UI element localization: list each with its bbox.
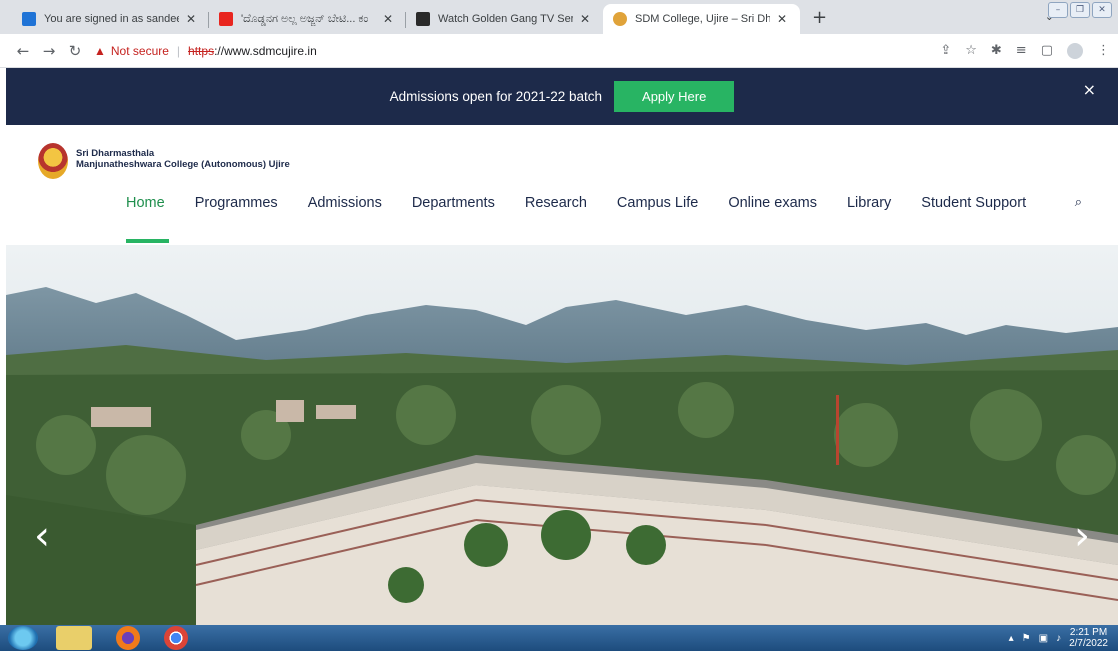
flag-icon[interactable]: ⚑ [1022,633,1031,644]
file-explorer-icon[interactable] [56,626,92,650]
windows-taskbar: ▴ ⚑ ▣ ♪ 2:21 PM 2/7/2022 [0,625,1118,651]
nav-admissions[interactable]: Admissions [308,195,382,211]
maximize-icon[interactable]: ❐ [1070,2,1090,18]
brand-line-1: Sri Dharmasthala [76,148,155,159]
firefox-icon[interactable] [116,626,140,650]
site-header: Sri Dharmasthala Manjunatheshwara Colleg… [6,125,1118,245]
extensions-icon[interactable]: ✱ [991,43,1002,59]
back-icon[interactable]: ← [10,42,36,60]
tab-title: Watch Golden Gang TV Serie [438,13,573,25]
star-icon[interactable]: ☆ [965,43,977,59]
more-menu-icon[interactable]: ⋮ [1097,43,1110,59]
close-icon[interactable]: ✕ [1092,2,1112,18]
browser-tab[interactable]: 'ದೊಡ್ಡನಗ ಅಲ್ಲ ಅಜ್ಜನ್ ಬೇಟಿ... ಕಂ ✕ [209,4,406,34]
url-scheme: https [188,43,215,58]
reload-icon[interactable]: ↻ [62,42,88,60]
brand-line-2: Manjunatheshwara College (Autonomous) Uj… [76,159,290,170]
close-tab-icon[interactable]: ✕ [380,12,396,26]
nav-library[interactable]: Library [847,195,891,211]
hero-slider: ‹ › [6,245,1118,626]
nav-programmes[interactable]: Programmes [195,195,278,211]
minimize-icon[interactable]: – [1048,2,1068,18]
main-nav: Home Programmes Admissions Departments R… [126,195,1056,211]
share-icon[interactable]: ⇪ [940,43,951,59]
tab-title: 'ದೊಡ್ಡನಗ ಅಲ್ಲ ಅಜ್ಜನ್ ಬೇಟಿ... ಕಂ [241,12,369,25]
clock-date: 2/7/2022 [1069,638,1108,649]
browser-tab-strip: You are signed in as sandeep.l ✕ 'ದೊಡ್ಡನ… [0,0,1118,34]
active-nav-indicator [126,239,169,243]
network-icon[interactable]: ▣ [1039,633,1048,644]
campus-aerial-image [6,245,1118,626]
close-tab-icon[interactable]: ✕ [774,12,790,26]
toolbar-actions: ⇪ ☆ ✱ ≡ ▢ ⋮ [940,43,1110,59]
clock[interactable]: 2:21 PM 2/7/2022 [1069,627,1108,649]
system-tray: ▴ ⚑ ▣ ♪ 2:21 PM 2/7/2022 [1009,627,1108,649]
admissions-banner: Admissions open for 2021-22 batch Apply … [6,68,1118,125]
tv-icon [416,12,430,26]
new-tab-button[interactable]: + [812,8,827,28]
start-button[interactable] [8,626,38,650]
nav-online-exams[interactable]: Online exams [728,195,817,211]
browser-tab-active[interactable]: SDM College, Ujire – Sri Dharma ✕ [603,4,800,34]
security-label: Not secure [110,43,169,58]
forward-icon[interactable]: → [36,42,62,60]
profile-avatar[interactable] [1067,43,1083,59]
youtube-icon [219,12,233,26]
close-tab-icon[interactable]: ✕ [183,12,199,26]
side-panel-icon[interactable]: ▢ [1041,43,1053,59]
tray-expand-icon[interactable]: ▴ [1009,633,1014,644]
prev-slide-arrow[interactable]: ‹ [34,513,50,559]
chrome-icon[interactable] [164,626,188,650]
nav-campus-life[interactable]: Campus Life [617,195,698,211]
volume-icon[interactable]: ♪ [1056,633,1061,644]
nav-student-support[interactable]: Student Support [921,195,1026,211]
browser-tab[interactable]: You are signed in as sandeep.l ✕ [12,4,209,34]
s-icon [22,12,36,26]
divider: | [176,43,181,58]
warning-icon: ▲ [94,43,106,58]
tab-title: You are signed in as sandeep.l [44,13,179,25]
nav-departments[interactable]: Departments [412,195,495,211]
clock-time: 2:21 PM [1069,627,1108,638]
nav-home[interactable]: Home [126,195,165,211]
address-bar[interactable]: ▲ Not secure | https ://www.sdmcujire.in [94,44,317,58]
college-icon [613,12,627,26]
banner-text: Admissions open for 2021-22 batch [389,89,603,104]
url-host: ://www.sdmcujire.in [214,43,317,58]
search-icon[interactable]: ⌕ [1075,195,1082,210]
close-banner-icon[interactable]: × [1083,80,1096,99]
browser-toolbar: ← → ↻ ▲ Not secure | https ://www.sdmcuj… [0,34,1118,68]
next-slide-arrow[interactable]: › [1074,513,1090,559]
browser-tab[interactable]: Watch Golden Gang TV Serie ✕ [406,4,603,34]
brand-name[interactable]: Sri Dharmasthala Manjunatheshwara Colleg… [76,148,290,170]
nav-research[interactable]: Research [525,195,587,211]
window-controls: – ❐ ✕ [1048,2,1112,18]
college-logo[interactable] [38,143,68,179]
close-tab-icon[interactable]: ✕ [577,12,593,26]
reading-list-icon[interactable]: ≡ [1016,43,1027,59]
apply-here-button[interactable]: Apply Here [614,81,735,112]
tab-title: SDM College, Ujire – Sri Dharma [635,13,770,25]
